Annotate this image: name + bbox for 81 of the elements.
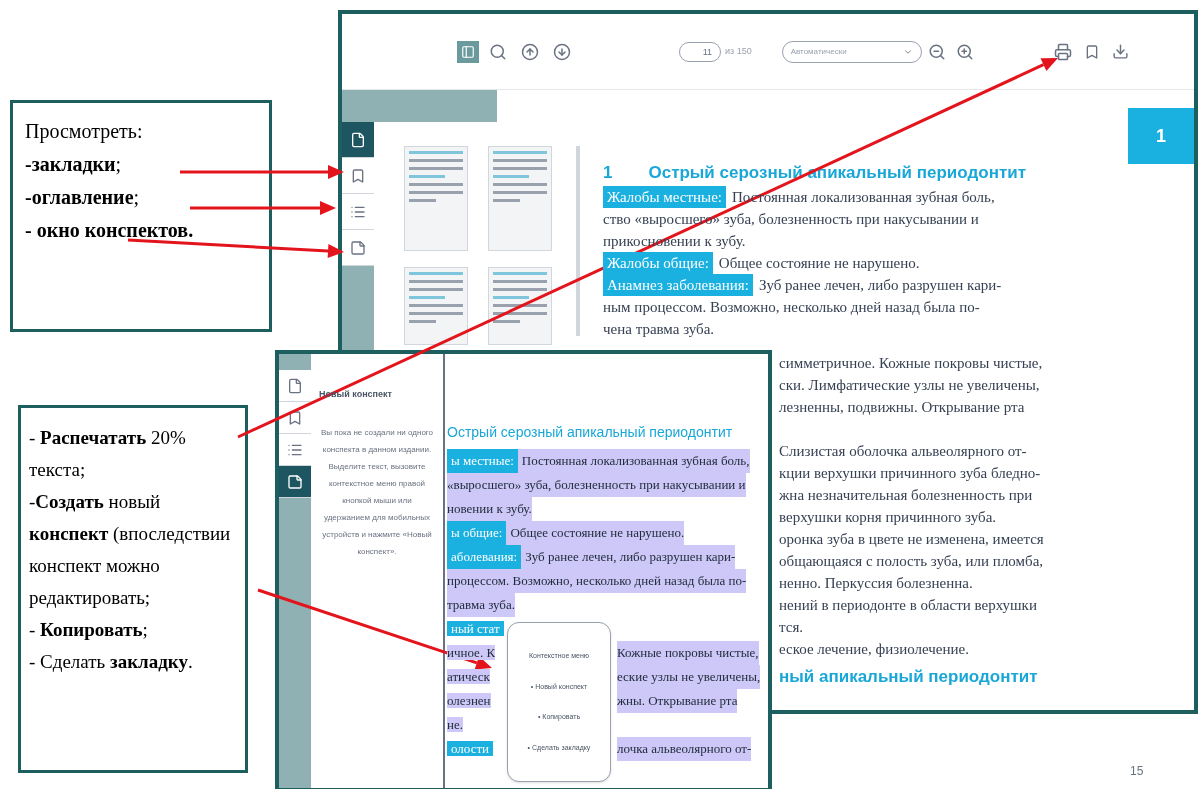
slide-number: 15 bbox=[1130, 763, 1144, 780]
highlighted-label: Жалобы местные: bbox=[603, 185, 726, 208]
highlighted-text: лочка альвеолярного от- bbox=[617, 737, 752, 761]
page-total: из 150 bbox=[725, 44, 752, 58]
scrollbar[interactable] bbox=[576, 146, 580, 336]
highlighted-text: еские узлы не увеличены, bbox=[617, 665, 761, 689]
arrow-down-icon[interactable] bbox=[553, 42, 571, 61]
page-icon bbox=[350, 131, 366, 148]
body-text: ненно. Перкуссия болезненна. bbox=[779, 573, 973, 593]
annotation-text: - окно конспектов. bbox=[25, 218, 194, 243]
body-text: тся. bbox=[779, 617, 804, 637]
sidebar-toggle[interactable] bbox=[457, 40, 479, 63]
annotation-text: - Копировать; bbox=[29, 618, 149, 642]
sidebar-tab[interactable] bbox=[342, 158, 374, 194]
page-thumbnail[interactable] bbox=[404, 267, 468, 345]
highlighted-text: олости bbox=[447, 741, 494, 756]
body-text: общающаяся с полость зуба, или пломба, bbox=[779, 551, 1044, 571]
body-text: Зуб ранее лечен, либо разрушен кари- bbox=[758, 275, 1002, 295]
body-text: новении к зубу. bbox=[447, 500, 532, 518]
page-icon bbox=[287, 377, 303, 394]
page-thumbnail[interactable] bbox=[488, 146, 552, 251]
annotation-text: -оглавление; bbox=[25, 185, 140, 210]
sidebar-tab[interactable] bbox=[279, 466, 311, 498]
body-text: верхушки корня причинного зуба. bbox=[779, 507, 997, 527]
body-text: «выросшего» зуба, болезненность при накусывании и bbox=[447, 476, 746, 494]
highlighted-text: ичное. К bbox=[447, 645, 496, 660]
sidebar-tab[interactable] bbox=[342, 122, 374, 158]
annotation-text: -закладки; bbox=[25, 152, 122, 177]
highlighted-text: жны. Открывание рта bbox=[617, 689, 738, 713]
highlighted-label: ы общие: bbox=[447, 521, 507, 545]
section-heading: Острый серозный апикальный периодонтит bbox=[648, 162, 1027, 184]
body-text: Общее состояние не нарушено. bbox=[718, 253, 920, 273]
highlighted-text: олезнен bbox=[447, 693, 491, 708]
annotation-text: - Сделать закладку. bbox=[29, 650, 194, 674]
highlighted-label: Жалобы общие: bbox=[603, 251, 713, 274]
arrow-up-icon[interactable] bbox=[521, 42, 539, 61]
body-text: процессом. Возможно, несколько дней назад была по- bbox=[447, 572, 747, 590]
body-text: Постоянная локализованная зубная боль, bbox=[521, 452, 750, 470]
body-text: чена травма зуба. bbox=[603, 319, 715, 339]
sidebar-icon bbox=[461, 44, 475, 59]
body-text: ным процессом. Возможно, несколько дней назад была по- bbox=[603, 297, 980, 317]
body-text: нений в периодонте в области верхушки bbox=[779, 595, 1037, 615]
page-number-badge: 1 bbox=[1128, 108, 1194, 164]
search-icon[interactable] bbox=[489, 42, 507, 61]
highlighted-text: атическ bbox=[447, 669, 490, 684]
highlighted-text: Кожные покровы чистые, bbox=[617, 641, 759, 665]
note-icon bbox=[287, 473, 303, 490]
page-thumbnail[interactable] bbox=[404, 146, 468, 251]
section-heading: ный апикальный периодонтит bbox=[779, 665, 1038, 688]
page-input[interactable]: 11 bbox=[679, 41, 721, 62]
bookmark-icon bbox=[350, 167, 366, 184]
body-text: Общее состояние не нарушено. bbox=[510, 524, 685, 542]
body-text: ски. Лимфатические узлы не увеличены, bbox=[779, 375, 1040, 395]
download-icon[interactable] bbox=[1111, 43, 1129, 60]
note-icon bbox=[350, 239, 366, 256]
body-text: травма зуба. bbox=[447, 596, 515, 614]
body-text: Зуб ранее лечен, либо разрушен кари- bbox=[525, 548, 736, 566]
annotation-text: -Создать новый конспект (впоследствии конспект можно редактировать; bbox=[29, 490, 232, 610]
printer-icon[interactable] bbox=[1053, 42, 1072, 61]
body-text: жна незначительная болезненность при bbox=[779, 485, 1033, 505]
highlighted-text: не. bbox=[447, 717, 463, 732]
body-text: еское лечение, физиолечение. bbox=[779, 639, 969, 659]
zoom-out-icon[interactable] bbox=[927, 42, 946, 61]
highlighted-label: ы местные: bbox=[447, 449, 518, 473]
body-text: симметричное. Кожные покровы чистые, bbox=[779, 353, 1043, 373]
body-text: лезненны, подвижны. Открывание рта bbox=[779, 397, 1025, 417]
section-number: 1 bbox=[603, 162, 613, 184]
body-text: оронка зуба в цвете не изменена, имеется bbox=[779, 529, 1044, 549]
highlighted-text: ный стат bbox=[447, 621, 504, 636]
zoom-in-icon[interactable] bbox=[955, 42, 974, 61]
body-text: Слизистая оболочка альвеолярного от- bbox=[779, 441, 1027, 461]
annotation-text: - Распечатать 20% текста; bbox=[29, 426, 187, 482]
sidebar-tab[interactable] bbox=[279, 370, 311, 402]
bookmark-icon bbox=[287, 409, 303, 426]
body-text: кции верхушки причинного зуба бледно- bbox=[779, 463, 1041, 483]
notes-empty-message: Вы пока не создали ни одного конспекта в данном издании. Выделите текст, вызовите контекстное меню правой кнопкой мыши или удержанием для мобильных устройств и нажмите «Новый конспект». bbox=[319, 426, 435, 558]
annotation-text: Просмотреть: bbox=[25, 119, 143, 145]
page-thumbnail[interactable] bbox=[488, 267, 552, 345]
highlighted-label: Анамнез заболевания: bbox=[603, 273, 753, 296]
highlighted-label: аболевания: bbox=[447, 545, 522, 569]
section-heading: Острый серозный апикальный периодонтит bbox=[447, 423, 733, 442]
